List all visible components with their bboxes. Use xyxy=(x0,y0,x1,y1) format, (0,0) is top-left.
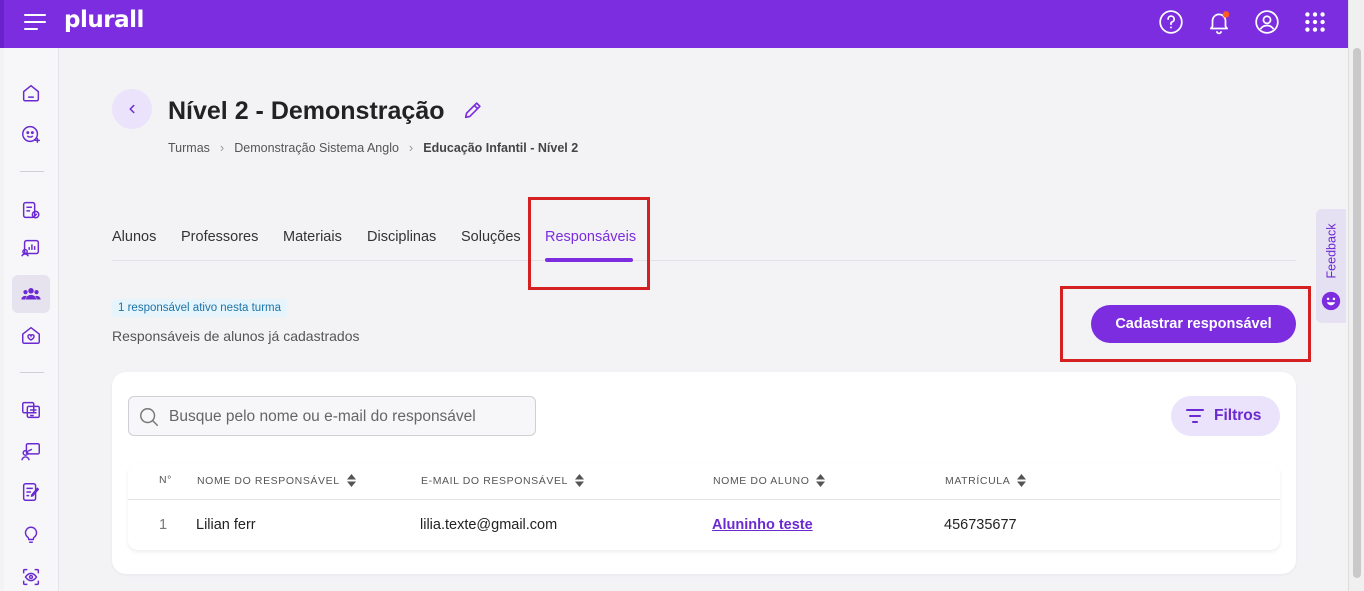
cell-responsavel-email: lilia.texte@gmail.com xyxy=(420,517,558,533)
back-button[interactable] xyxy=(112,89,152,129)
sidebar-item-assistant[interactable] xyxy=(12,115,50,153)
family-home-icon xyxy=(22,326,40,344)
sidebar-item-home[interactable] xyxy=(12,74,50,112)
page-title: Nível 2 - Demonstração xyxy=(168,97,445,125)
classes-icon xyxy=(21,288,41,300)
ai-assistant-icon xyxy=(22,125,40,143)
section-subtitle: Responsáveis de alunos já cadastrados xyxy=(112,328,360,344)
chevron-right-icon: › xyxy=(219,140,225,155)
column-header-student-name[interactable]: NOME DO ALUNO xyxy=(713,474,826,487)
sort-icon xyxy=(346,474,356,487)
user-profile-icon[interactable] xyxy=(1254,9,1280,35)
table-header: N° NOME DO RESPONSÁVEL E-MAIL DO RESPONS… xyxy=(128,464,1280,500)
breadcrumb-turmas[interactable]: Turmas xyxy=(168,141,210,155)
filters-button[interactable]: Filtros xyxy=(1171,396,1280,436)
sidebar-item-assessments[interactable] xyxy=(12,191,50,229)
cell-student-link[interactable]: Aluninho teste xyxy=(712,517,813,533)
plurall-logo[interactable]: plurall xyxy=(64,7,144,33)
tabs-bar: Alunos Professores Materiais Disciplinas… xyxy=(112,229,1296,261)
monitoring-icon xyxy=(22,568,40,586)
help-icon[interactable] xyxy=(1158,9,1184,35)
sidebar-item-family[interactable] xyxy=(12,316,50,354)
filter-lines-icon xyxy=(1186,409,1204,423)
tab-solucoes[interactable]: Soluções xyxy=(461,229,521,245)
notification-bell-icon[interactable] xyxy=(1206,9,1232,35)
cell-number: 1 xyxy=(159,517,168,533)
table-row: 1 Lilian ferr lilia.texte@gmail.com Alun… xyxy=(128,501,1280,550)
smile-icon xyxy=(1321,291,1341,311)
teacher-presentation-icon xyxy=(21,443,40,461)
reports-icon xyxy=(21,239,40,257)
sidebar xyxy=(4,48,59,591)
breadcrumb-current: Educação Infantil - Nível 2 xyxy=(423,140,579,155)
home-icon xyxy=(22,84,40,102)
ideas-icon xyxy=(24,526,38,543)
tab-disciplinas[interactable]: Disciplinas xyxy=(367,229,436,245)
responsaveis-table: N° NOME DO RESPONSÁVEL E-MAIL DO RESPONS… xyxy=(128,464,1280,550)
filters-label: Filtros xyxy=(1214,407,1262,424)
tab-alunos[interactable]: Alunos xyxy=(112,229,156,245)
assessments-icon xyxy=(22,201,40,219)
highlight-box-tab xyxy=(528,197,650,290)
sidebar-divider xyxy=(20,372,44,373)
feedback-label: Feedback xyxy=(1324,223,1338,279)
sort-icon xyxy=(816,474,826,487)
sidebar-divider xyxy=(20,171,44,172)
activities-icon xyxy=(22,483,40,501)
breadcrumb-school[interactable]: Demonstração Sistema Anglo xyxy=(234,141,399,155)
sidebar-item-reports[interactable] xyxy=(12,229,50,267)
page-scrollbar[interactable] xyxy=(1348,0,1364,591)
scrollbar-thumb[interactable] xyxy=(1353,48,1361,578)
search-icon xyxy=(140,408,158,426)
chevron-left-icon xyxy=(129,104,135,114)
cell-matricula: 456735677 xyxy=(944,517,1017,533)
sort-icon xyxy=(575,474,584,487)
hamburger-menu-icon[interactable] xyxy=(24,12,48,32)
highlight-box-button xyxy=(1060,286,1311,362)
cell-responsavel-name: Lilian ferr xyxy=(196,517,256,533)
sidebar-item-monitoring[interactable] xyxy=(12,558,50,591)
sort-icon xyxy=(1017,474,1027,487)
search-input[interactable]: Busque pelo nome ou e-mail do responsáve… xyxy=(128,396,536,436)
top-bar: plurall xyxy=(0,0,1364,48)
column-header-responsavel-name[interactable]: NOME DO RESPONSÁVEL xyxy=(197,474,356,487)
sidebar-item-classes[interactable] xyxy=(12,275,50,313)
sidebar-item-activities[interactable] xyxy=(12,473,50,511)
breadcrumb: Turmas › Demonstração Sistema Anglo › Ed… xyxy=(168,140,578,155)
sidebar-item-library[interactable] xyxy=(12,391,50,429)
active-count-badge: 1 responsável ativo nesta turma xyxy=(112,299,288,317)
sidebar-item-teachers[interactable] xyxy=(12,433,50,471)
edit-pencil-icon[interactable] xyxy=(462,99,484,121)
content-library-icon xyxy=(22,401,40,419)
tab-materiais[interactable]: Materiais xyxy=(283,229,342,245)
chevron-right-icon: › xyxy=(408,140,414,155)
feedback-tab[interactable]: Feedback xyxy=(1316,209,1346,323)
responsaveis-card: Busque pelo nome ou e-mail do responsáve… xyxy=(112,372,1296,574)
column-header-number: N° xyxy=(159,474,172,486)
column-header-responsavel-email[interactable]: E-MAIL DO RESPONSÁVEL xyxy=(421,474,584,487)
sidebar-item-ideas[interactable] xyxy=(12,515,50,553)
apps-grid-icon[interactable] xyxy=(1302,9,1328,35)
column-header-matricula[interactable]: MATRÍCULA xyxy=(945,474,1027,487)
tab-professores[interactable]: Professores xyxy=(181,229,258,245)
search-placeholder: Busque pelo nome ou e-mail do responsáve… xyxy=(169,408,476,425)
